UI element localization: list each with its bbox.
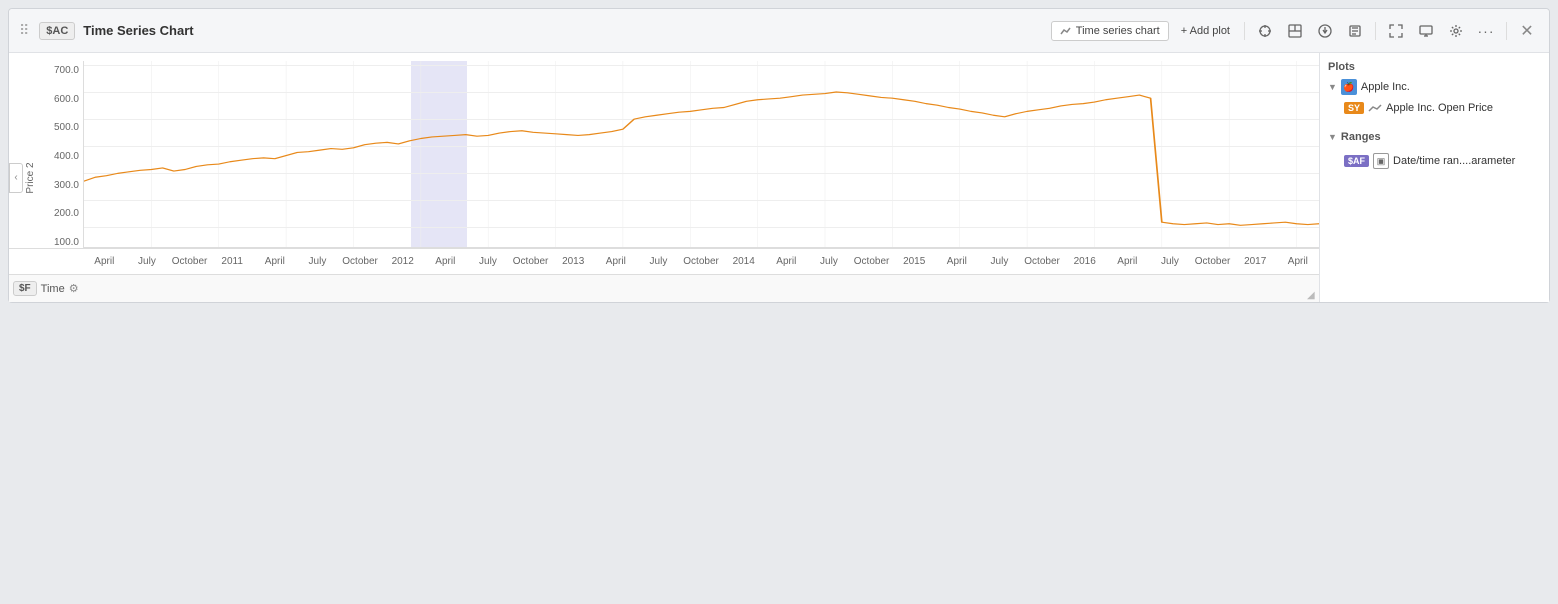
x-axis-gear-icon[interactable]: ⚙ <box>69 282 79 295</box>
x-tick-july-2012: July <box>467 256 510 267</box>
add-plot-button[interactable]: + Add plot <box>1175 22 1236 40</box>
line-plot-icon <box>1368 101 1382 115</box>
app-container: ⠿ $AC Time Series Chart Time series char… <box>0 0 1558 604</box>
saf-badge: $AF <box>1344 155 1369 167</box>
apple-inc-header: ▼ 🍎 Apple Inc. <box>1328 79 1541 95</box>
x-tick-oct-2014: October <box>850 256 893 267</box>
x-tick-2017: 2017 <box>1234 256 1277 267</box>
apple-inc-section: ▼ 🍎 Apple Inc. SY Apple Inc. Open Price <box>1328 79 1541 119</box>
x-axis: April July October 2011 April July Octob… <box>9 248 1319 274</box>
title-badge: $AC <box>39 22 75 40</box>
sf-badge: $F <box>13 281 37 296</box>
monitor-button[interactable] <box>1414 19 1438 43</box>
range-item[interactable]: $AF ▣ Date/time ran....arameter <box>1328 151 1541 171</box>
x-tick-oct-2012: October <box>509 256 552 267</box>
x-tick-july-2014: July <box>808 256 851 267</box>
panel-header: ⠿ $AC Time Series Chart Time series char… <box>9 9 1549 53</box>
y-axis: 700.0 600.0 500.0 400.0 300.0 200.0 100.… <box>33 61 83 248</box>
x-axis-controls: $F Time ⚙ <box>9 274 1319 302</box>
x-tick-april-2012: April <box>424 256 467 267</box>
x-tick-april-2013: April <box>595 256 638 267</box>
chart-panel: ⠿ $AC Time Series Chart Time series char… <box>8 8 1550 303</box>
x-tick-2012: 2012 <box>381 256 424 267</box>
chart-plot[interactable] <box>83 61 1319 248</box>
x-tick-2015: 2015 <box>893 256 936 267</box>
x-tick-july-2013: July <box>637 256 680 267</box>
x-axis-label: Time <box>41 283 65 295</box>
layout-button[interactable] <box>1283 19 1307 43</box>
ranges-chevron-icon[interactable]: ▼ <box>1328 132 1337 142</box>
y-tick-400: 400.0 <box>54 151 79 162</box>
x-tick-july-2011: July <box>296 256 339 267</box>
settings-button[interactable] <box>1444 19 1468 43</box>
y-axis-label: Price 2 <box>25 162 36 193</box>
chart-inner: 700.0 600.0 500.0 400.0 300.0 200.0 100.… <box>33 61 1319 248</box>
x-tick-april-2017: April <box>1277 256 1320 267</box>
crosshair-button[interactable] <box>1253 19 1277 43</box>
x-tick-july-2015: July <box>978 256 1021 267</box>
x-tick-2011: 2011 <box>211 256 254 267</box>
x-tick-july-2016: July <box>1149 256 1192 267</box>
more-button[interactable]: ··· <box>1474 19 1498 43</box>
x-tick-april-2014: April <box>765 256 808 267</box>
time-series-button[interactable]: Time series chart <box>1051 21 1169 41</box>
y-tick-300: 300.0 <box>54 180 79 191</box>
x-tick-oct-2016: October <box>1191 256 1234 267</box>
close-button[interactable]: ✕ <box>1515 19 1539 43</box>
resize-handle[interactable]: ◢ <box>1307 290 1317 300</box>
open-price-item[interactable]: SY Apple Inc. Open Price <box>1328 99 1541 117</box>
x-tick-oct-2011: October <box>339 256 382 267</box>
range-icon: ▣ <box>1373 153 1389 169</box>
plots-label: Plots <box>1328 61 1541 73</box>
x-tick-2014: 2014 <box>722 256 765 267</box>
apple-inc-name: Apple Inc. <box>1361 81 1410 93</box>
x-tick-april-2015: April <box>936 256 979 267</box>
panel-body: ‹ Price 2 700.0 600.0 500.0 400.0 300.0 … <box>9 53 1549 302</box>
chart-svg <box>84 61 1319 247</box>
y-tick-600: 600.0 <box>54 94 79 105</box>
apple-icon: 🍎 <box>1341 79 1357 95</box>
y-tick-200: 200.0 <box>54 208 79 219</box>
bottom-area <box>0 311 1558 604</box>
ranges-label: Ranges <box>1341 131 1381 143</box>
y-tick-500: 500.0 <box>54 122 79 133</box>
open-price-label: Apple Inc. Open Price <box>1386 102 1493 114</box>
sy-badge: SY <box>1344 102 1364 114</box>
x-tick-2013: 2013 <box>552 256 595 267</box>
ranges-section: ▼ Ranges $AF ▣ Date/time ran....arameter <box>1328 127 1541 173</box>
separator-2 <box>1375 22 1376 40</box>
y-tick-700: 700.0 <box>54 65 79 76</box>
download-button[interactable] <box>1313 19 1337 43</box>
range-label: Date/time ran....arameter <box>1393 155 1515 167</box>
x-tick-april-2010: April <box>83 256 126 267</box>
y-tick-100: 100.0 <box>54 237 79 248</box>
edit-button[interactable] <box>1343 19 1367 43</box>
x-tick-oct-2013: October <box>680 256 723 267</box>
ranges-header: ▼ Ranges <box>1328 127 1541 147</box>
x-tick-oct-2010: October <box>168 256 211 267</box>
fullscreen-button[interactable] <box>1384 19 1408 43</box>
chevron-down-icon[interactable]: ▼ <box>1328 82 1337 92</box>
panel-title: Time Series Chart <box>83 23 1043 38</box>
drag-handle-icon[interactable]: ⠿ <box>19 22 29 39</box>
x-tick-oct-2015: October <box>1021 256 1064 267</box>
right-panel: Plots ▼ 🍎 Apple Inc. SY Apple Inc. Open … <box>1319 53 1549 302</box>
chart-area: Price 2 700.0 600.0 500.0 400.0 300.0 20… <box>9 53 1319 302</box>
x-tick-july-2010: July <box>126 256 169 267</box>
x-tick-2016: 2016 <box>1063 256 1106 267</box>
x-tick-april-2016: April <box>1106 256 1149 267</box>
x-tick-april-2011: April <box>254 256 297 267</box>
separator-1 <box>1244 22 1245 40</box>
header-right: Time series chart + Add plot <box>1051 19 1539 43</box>
separator-3 <box>1506 22 1507 40</box>
line-chart-icon <box>1060 25 1072 37</box>
